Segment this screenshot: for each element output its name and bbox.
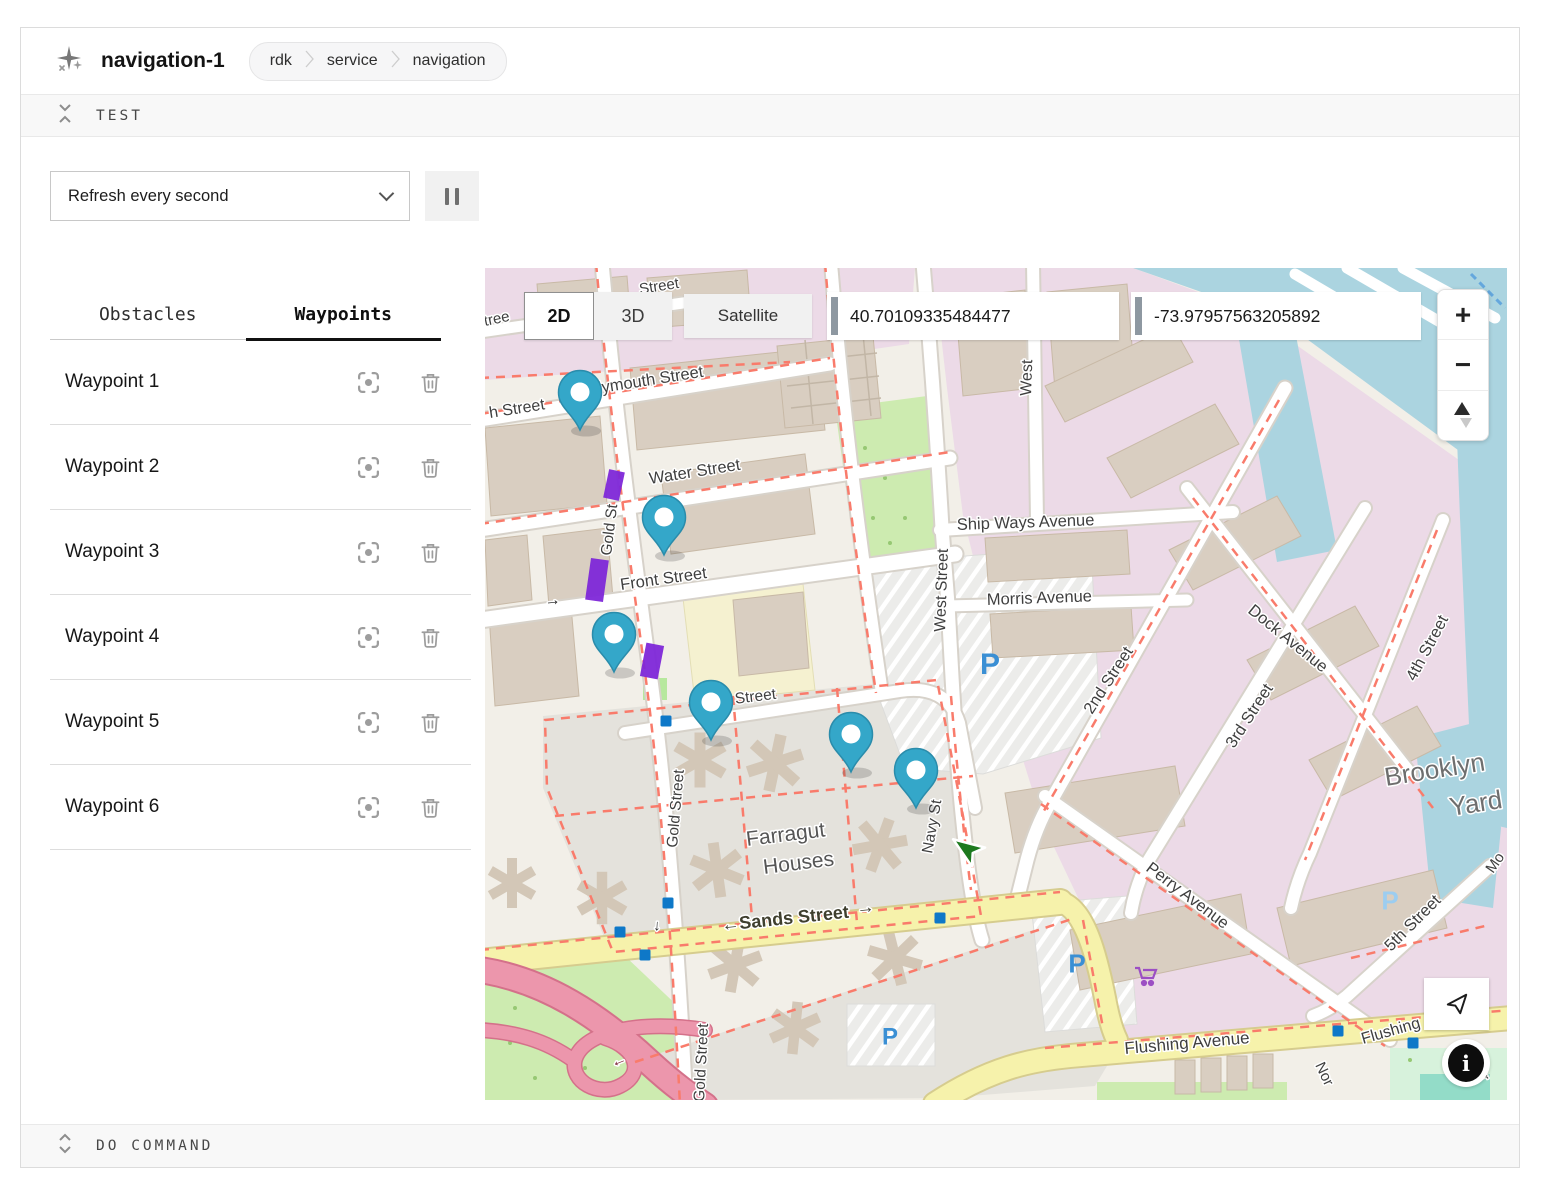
satellite-button[interactable]: Satellite: [684, 294, 812, 338]
refresh-rate-select[interactable]: Refresh every second: [50, 171, 410, 221]
test-section-label: TEST: [96, 108, 143, 124]
trash-icon: [419, 796, 442, 819]
navigation-arrow-icon: [1444, 991, 1470, 1017]
breadcrumb-item[interactable]: navigation: [413, 52, 486, 70]
focus-icon: [356, 625, 381, 650]
delete-waypoint-button[interactable]: [417, 709, 443, 735]
expand-icon[interactable]: [57, 1133, 73, 1159]
trash-icon: [419, 626, 442, 649]
focus-waypoint-button[interactable]: [355, 369, 381, 395]
parking-icon: P: [1068, 948, 1085, 978]
map-zoom-control: + −: [1437, 289, 1489, 441]
breadcrumb[interactable]: rdk service navigation: [249, 42, 507, 81]
do-command-section-header[interactable]: DO COMMAND: [21, 1124, 1519, 1167]
map-mode-toggle: 2D 3D: [524, 292, 672, 340]
waypoint-label: Waypoint 2: [50, 456, 319, 478]
service-card: navigation-1 rdk service navigation TEST…: [20, 27, 1520, 1168]
map-canvas[interactable]: Plymouth StreetWater StreetFront StreetY…: [485, 268, 1507, 1100]
card-header: navigation-1 rdk service navigation: [21, 28, 1519, 94]
test-section-header[interactable]: TEST: [21, 94, 1519, 137]
focus-icon: [356, 455, 381, 480]
latitude-input[interactable]: [838, 305, 1119, 328]
pause-icon: [445, 188, 449, 205]
refresh-row: Refresh every second: [50, 171, 479, 221]
waypoints-panel: Obstacles Waypoints Waypoint 1 Waypoint 2…: [50, 290, 471, 850]
tab-bar: Obstacles Waypoints: [50, 290, 441, 340]
waypoint-row: Waypoint 1: [50, 340, 471, 425]
longitude-field: [1131, 292, 1421, 340]
map-info-button[interactable]: i: [1442, 1039, 1490, 1087]
chevron-right-icon: [391, 48, 400, 75]
zoom-in-button[interactable]: +: [1438, 290, 1488, 340]
waypoint-label: Waypoint 1: [50, 371, 319, 393]
drag-handle[interactable]: [1135, 297, 1142, 335]
focus-icon: [356, 795, 381, 820]
waypoint-label: Waypoint 5: [50, 711, 319, 733]
parking-icon: P: [882, 1024, 898, 1051]
chevron-down-icon: [379, 186, 395, 202]
trash-icon: [419, 541, 442, 564]
do-command-label: DO COMMAND: [96, 1138, 213, 1154]
svg-text:→: →: [544, 591, 562, 610]
waypoint-list: Waypoint 1 Waypoint 2 Waypoint 3 Waypoint 4…: [50, 340, 471, 850]
breadcrumb-item[interactable]: service: [327, 52, 378, 70]
zoom-out-button[interactable]: −: [1438, 340, 1488, 390]
latitude-field: [827, 292, 1119, 340]
drag-handle[interactable]: [831, 297, 838, 335]
svg-text:Morris Avenue: Morris Avenue: [987, 587, 1093, 609]
waypoint-row: Waypoint 3: [50, 510, 471, 595]
focus-waypoint-button[interactable]: [355, 539, 381, 565]
tab-waypoints[interactable]: Waypoints: [246, 290, 442, 339]
locate-button[interactable]: [1424, 978, 1489, 1030]
focus-icon: [356, 370, 381, 395]
svg-text:West: West: [1018, 359, 1036, 396]
collapse-icon[interactable]: [57, 103, 73, 129]
waypoint-row: Waypoint 4: [50, 595, 471, 680]
info-icon: i: [1448, 1044, 1484, 1082]
trash-icon: [419, 711, 442, 734]
longitude-input[interactable]: [1142, 305, 1421, 328]
compass-button[interactable]: [1438, 391, 1488, 440]
svg-text:→: →: [855, 896, 875, 918]
parking-icon: P: [980, 648, 1000, 681]
mode-3d-button[interactable]: 3D: [594, 292, 672, 340]
svg-text:↓: ↓: [653, 917, 662, 934]
focus-waypoint-button[interactable]: [355, 794, 381, 820]
focus-icon: [356, 710, 381, 735]
page-title: navigation-1: [101, 49, 225, 73]
waypoint-row: Waypoint 2: [50, 425, 471, 510]
refresh-rate-value: Refresh every second: [68, 187, 229, 206]
waypoint-label: Waypoint 6: [50, 796, 319, 818]
pause-button[interactable]: [425, 171, 479, 221]
delete-waypoint-button[interactable]: [417, 624, 443, 650]
focus-icon: [356, 540, 381, 565]
waypoint-label: Waypoint 4: [50, 626, 319, 648]
focus-waypoint-button[interactable]: [355, 709, 381, 735]
trash-icon: [419, 456, 442, 479]
delete-waypoint-button[interactable]: [417, 539, 443, 565]
tab-obstacles[interactable]: Obstacles: [50, 290, 246, 339]
sparkles-icon: [56, 45, 84, 78]
delete-waypoint-button[interactable]: [417, 369, 443, 395]
trash-icon: [419, 371, 442, 394]
focus-waypoint-button[interactable]: [355, 624, 381, 650]
delete-waypoint-button[interactable]: [417, 794, 443, 820]
waypoint-row: Waypoint 5: [50, 680, 471, 765]
compass-icon: [1454, 402, 1472, 428]
map[interactable]: Plymouth StreetWater StreetFront StreetY…: [485, 268, 1507, 1100]
chevron-right-icon: [305, 48, 314, 75]
parking-icon: P: [1381, 885, 1398, 915]
mode-2d-button[interactable]: 2D: [524, 292, 594, 340]
svg-text:West Street: West Street: [932, 548, 952, 632]
focus-waypoint-button[interactable]: [355, 454, 381, 480]
waypoint-row: Waypoint 6: [50, 765, 471, 850]
breadcrumb-item[interactable]: rdk: [270, 52, 292, 70]
waypoint-label: Waypoint 3: [50, 541, 319, 563]
delete-waypoint-button[interactable]: [417, 454, 443, 480]
